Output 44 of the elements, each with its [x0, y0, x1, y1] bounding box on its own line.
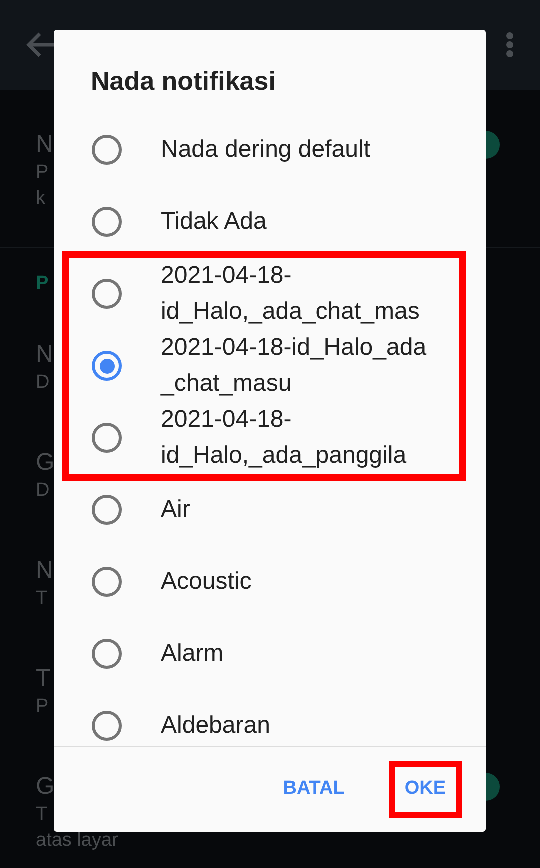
option-row[interactable]: Tidak Ada	[54, 186, 486, 258]
setting-title: N	[36, 340, 54, 370]
setting-title: G	[36, 772, 55, 802]
option-row[interactable]: 2021-04-18- id_Halo,_ada_chat_mas	[69, 258, 459, 330]
radio-button[interactable]	[92, 495, 122, 525]
setting-title: T	[36, 664, 51, 694]
option-row[interactable]: Alarm	[54, 618, 486, 690]
option-row[interactable]: 2021-04-18-id_Halo_ada _chat_masu	[69, 330, 459, 402]
setting-title: N	[36, 130, 54, 160]
option-label: 2021-04-18- id_Halo,_ada_panggila	[161, 405, 407, 471]
setting-subtitle: P	[36, 695, 49, 719]
setting-subtitle: P	[36, 161, 49, 185]
option-label: Nada dering default	[161, 135, 370, 165]
setting-subtitle: D	[36, 371, 50, 395]
setting-subtitle: T	[36, 587, 48, 611]
setting-title: G	[36, 448, 55, 478]
option-label: Tidak Ada	[161, 207, 267, 237]
radio-button[interactable]	[92, 135, 122, 165]
option-label: 2021-04-18-id_Halo_ada _chat_masu	[161, 333, 427, 399]
setting-subtitle: D	[36, 479, 50, 503]
radio-button[interactable]	[92, 351, 122, 381]
option-row[interactable]: Air	[54, 474, 486, 546]
radio-button[interactable]	[92, 567, 122, 597]
setting-subtitle: atas layar	[36, 829, 118, 853]
radio-button[interactable]	[92, 423, 122, 453]
option-label: 2021-04-18- id_Halo,_ada_chat_mas	[161, 261, 420, 327]
option-row[interactable]: 2021-04-18- id_Halo,_ada_panggila	[69, 402, 459, 474]
radio-button[interactable]	[92, 711, 122, 741]
dialog-title: Nada notifikasi	[90, 65, 276, 98]
option-row[interactable]: Nada dering default	[54, 114, 486, 186]
option-label: Air	[161, 495, 190, 525]
setting-title: N	[36, 556, 54, 586]
option-label: Aldebaran	[161, 711, 270, 741]
radio-button[interactable]	[92, 639, 122, 669]
more-options-icon[interactable]	[506, 32, 514, 58]
option-label: Acoustic	[161, 567, 252, 597]
radio-button[interactable]	[92, 279, 122, 309]
option-row[interactable]: Acoustic	[54, 546, 486, 618]
radio-button[interactable]	[92, 207, 122, 237]
section-header: P	[36, 272, 49, 296]
option-row[interactable]: Aldebaran	[54, 690, 486, 746]
setting-subtitle: T	[36, 803, 48, 827]
option-label: Alarm	[161, 639, 224, 669]
setting-subtitle: k	[36, 187, 46, 211]
